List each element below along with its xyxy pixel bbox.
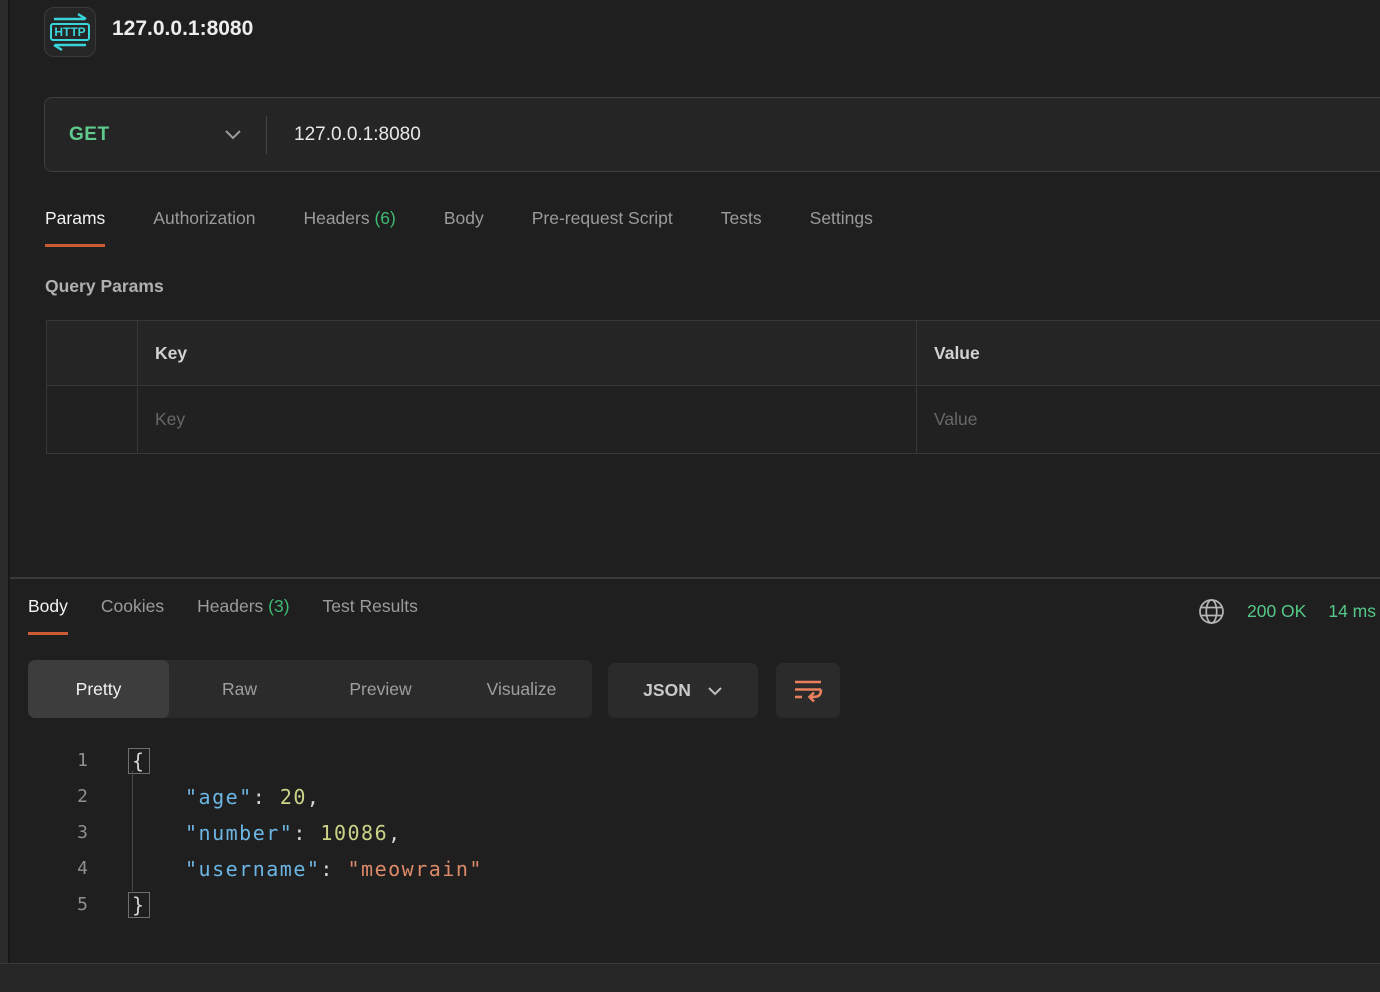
response-headers-count: (3) xyxy=(268,596,289,616)
code-line: 4 "username": "meowrain" xyxy=(10,851,1380,887)
tab-response-headers[interactable]: Headers (3) xyxy=(197,596,289,635)
line-number: 2 xyxy=(10,779,88,815)
key-input-cell xyxy=(137,386,916,453)
key-input[interactable] xyxy=(155,409,878,430)
code-line: 3 "number": 10086, xyxy=(10,815,1380,851)
tab-params[interactable]: Params xyxy=(45,208,105,247)
format-label: JSON xyxy=(643,680,691,701)
checkbox-column-header xyxy=(47,321,137,385)
response-body-code[interactable]: 1 { 2 "age": 20, 3 "number": 10086, 4 "u… xyxy=(10,743,1380,923)
response-tabs: Body Cookies Headers (3) Test Results xyxy=(28,596,418,635)
line-number: 3 xyxy=(10,815,88,851)
globe-icon[interactable] xyxy=(1198,598,1225,625)
tab-response-body[interactable]: Body xyxy=(28,596,68,635)
sidebar-edge[interactable] xyxy=(0,0,10,963)
table-header-row: Key Value xyxy=(47,321,1380,386)
headers-count: (6) xyxy=(374,208,395,228)
indent-guide xyxy=(132,771,133,891)
code-line: 2 "age": 20, xyxy=(10,779,1380,815)
view-pretty[interactable]: Pretty xyxy=(28,660,169,718)
tab-body[interactable]: Body xyxy=(444,208,484,247)
arrow-left-icon xyxy=(52,42,88,51)
table-row xyxy=(47,386,1380,453)
url-input[interactable]: 127.0.0.1:8080 xyxy=(294,124,421,146)
close-brace: } xyxy=(128,892,150,918)
chevron-down-icon xyxy=(224,129,242,140)
request-url-bar: GET 127.0.0.1:8080 xyxy=(44,97,1380,172)
http-request-icon: HTTP xyxy=(44,7,96,57)
tab-headers[interactable]: Headers (6) xyxy=(303,208,395,247)
view-preview[interactable]: Preview xyxy=(310,660,451,718)
code-line: 5 } xyxy=(10,887,1380,923)
wrap-lines-icon xyxy=(793,678,823,704)
response-meta: 200 OK 14 ms xyxy=(1198,598,1380,625)
code-line: 1 { xyxy=(10,743,1380,779)
method-label: GET xyxy=(69,124,110,146)
row-checkbox-cell[interactable] xyxy=(47,386,137,453)
query-params-table: Key Value xyxy=(46,320,1380,454)
line-number: 4 xyxy=(10,851,88,887)
http-icon-label: HTTP xyxy=(50,23,89,41)
tab-settings[interactable]: Settings xyxy=(810,208,873,247)
value-input[interactable] xyxy=(934,409,1363,430)
request-response-divider[interactable] xyxy=(10,577,1380,579)
status-badge[interactable]: 200 OK xyxy=(1247,601,1306,622)
request-tabs: Params Authorization Headers (6) Body Pr… xyxy=(45,208,873,247)
tab-test-results[interactable]: Test Results xyxy=(323,596,418,635)
page-title: 127.0.0.1:8080 xyxy=(112,17,253,41)
view-raw[interactable]: Raw xyxy=(169,660,310,718)
view-visualize[interactable]: Visualize xyxy=(451,660,592,718)
tab-tests[interactable]: Tests xyxy=(721,208,762,247)
tab-cookies[interactable]: Cookies xyxy=(101,596,164,635)
divider xyxy=(266,116,267,154)
tab-authorization[interactable]: Authorization xyxy=(153,208,255,247)
response-view-switcher: Pretty Raw Preview Visualize xyxy=(28,660,592,718)
response-time[interactable]: 14 ms xyxy=(1328,601,1376,622)
format-dropdown[interactable]: JSON xyxy=(608,663,758,718)
tab-pre-request-script[interactable]: Pre-request Script xyxy=(532,208,673,247)
value-input-cell xyxy=(916,386,1380,453)
value-column-header: Value xyxy=(916,321,1380,385)
arrow-right-icon xyxy=(52,13,88,22)
key-column-header: Key xyxy=(137,321,916,385)
line-number: 1 xyxy=(10,743,88,779)
chevron-down-icon xyxy=(707,686,723,696)
method-dropdown[interactable]: GET xyxy=(45,124,266,146)
query-params-heading: Query Params xyxy=(45,276,164,297)
wrap-lines-button[interactable] xyxy=(776,663,840,718)
line-number: 5 xyxy=(10,887,88,923)
footer-bar xyxy=(0,963,1380,992)
